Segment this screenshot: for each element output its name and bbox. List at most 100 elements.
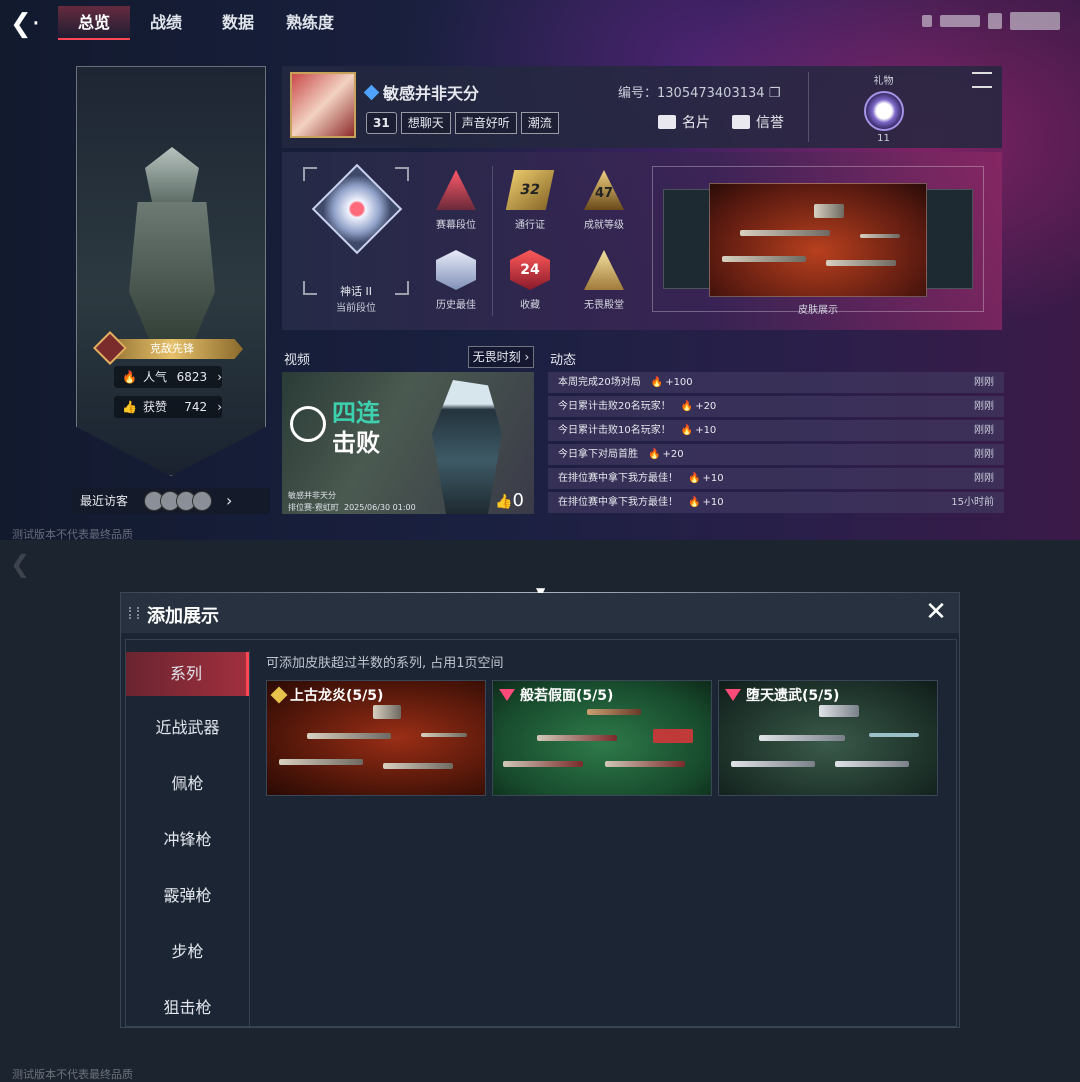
close-icon[interactable]: ✕ — [923, 599, 949, 625]
tab-data[interactable]: 数据 — [202, 6, 274, 40]
video-likes-count: 0 — [512, 490, 524, 511]
player-id: 编号：1305473403134 ❐ — [618, 82, 780, 101]
feed-time: 刚刚 — [974, 401, 994, 412]
feed-time: 刚刚 — [974, 377, 994, 388]
gift-label: 礼物 — [873, 76, 894, 87]
category-melee[interactable]: 近战武器 — [126, 706, 249, 762]
weapon-knife — [653, 729, 693, 743]
valor-moments-button[interactable]: 无畏时刻 › — [468, 346, 534, 368]
reputation-button[interactable]: 信誉 — [732, 112, 784, 132]
feed-points: +20 — [695, 401, 717, 412]
likes-label: 获赞 — [142, 400, 167, 414]
video-likes[interactable]: 👍0 — [495, 490, 524, 511]
back-arrow-icon[interactable]: ❮· — [10, 8, 46, 40]
collection[interactable]: 24 收藏 — [500, 250, 560, 311]
mythic-rank-icon — [311, 163, 403, 255]
player-id-value: 1305473403134 — [657, 86, 765, 101]
test-build-watermark: 测试版本不代表最终品质 — [12, 528, 133, 540]
category-series[interactable]: 系列 — [126, 652, 249, 696]
series-card-ancient-dragon[interactable]: 上古龙炎(5/5) — [266, 680, 486, 796]
valor-moments-label: 无畏时刻 — [472, 350, 521, 364]
weapon-smg — [835, 761, 909, 767]
historical-best[interactable]: 历史最佳 — [426, 250, 486, 311]
video-thumbnail[interactable]: 四连 击败 敏感并非天分 排位赛-霓虹町 2025/06/30 01:00 👍0 — [282, 372, 534, 514]
skin-preview-left — [663, 189, 711, 289]
player-avatar[interactable] — [290, 72, 356, 138]
player-tags: 31 想聊天 声音好听 潮流 — [366, 112, 559, 134]
player-id-label: 编号： — [618, 86, 658, 101]
achievement-label: 成就等级 — [584, 220, 624, 231]
avatar — [192, 491, 213, 511]
drag-handle-icon[interactable] — [129, 607, 139, 619]
chevron-right-icon: › — [226, 491, 233, 510]
weapon-smg — [383, 763, 453, 769]
weapon-rifle — [307, 733, 391, 739]
tab-match-history[interactable]: 战绩 — [130, 6, 202, 40]
rank-panel: 神话 II 当前段位 赛幕段位 历史最佳 32 通行证 47 成就等级 24 收… — [282, 152, 1002, 330]
current-rank[interactable]: 神话 II 当前段位 — [302, 163, 410, 314]
fire-icon: 🔥 — [648, 449, 661, 460]
collection-icon: 24 — [510, 250, 550, 290]
weapon-knife — [860, 234, 900, 238]
weapon-knife — [421, 733, 467, 737]
id-card-icon — [658, 115, 676, 129]
category-sniper[interactable]: 狙击枪 — [126, 986, 249, 1026]
series-name-row: 般若假面(5/5) — [499, 685, 613, 705]
player-name: 敏感并非天分 — [383, 84, 480, 103]
display-settings-icon[interactable] — [972, 72, 992, 88]
name-card-button[interactable]: 名片 — [658, 112, 710, 132]
weapon-pistol — [819, 705, 859, 717]
recent-visitors-bar[interactable]: 最近访客 › — [72, 488, 270, 514]
valor-hall[interactable]: 无畏殿堂 — [574, 250, 634, 311]
skin-preview-main — [709, 183, 927, 297]
video-author: 敏感并非天分 — [288, 491, 336, 500]
series-name-row: 堕天遗武(5/5) — [725, 685, 839, 705]
tab-proficiency[interactable]: 熟练度 — [274, 6, 346, 40]
series-card-prajna-mask[interactable]: 般若假面(5/5) — [492, 680, 712, 796]
feed-points: +20 — [662, 449, 684, 460]
video-headline: 四连 击败 — [332, 398, 380, 458]
series-card-fallen-relic[interactable]: 堕天遗武(5/5) — [718, 680, 938, 796]
current-rank-label: 当前段位 — [336, 303, 376, 314]
fire-icon: 🔥 — [688, 497, 701, 508]
fire-icon: 🔥 — [680, 401, 694, 412]
feed-text: 在排位赛中拿下我方最佳！ — [558, 473, 678, 484]
shield-icon — [732, 115, 750, 129]
historical-best-icon — [436, 250, 476, 290]
profile-buttons: 名片 信誉 — [658, 112, 784, 132]
popularity-pill[interactable]: 🔥 人气 6823 › — [114, 366, 222, 388]
category-sidebar: 系列 近战武器 佩枪 冲锋枪 霰弹枪 步枪 狙击枪 — [126, 650, 250, 1026]
category-rifle[interactable]: 步枪 — [126, 930, 249, 986]
series-name: 般若假面(5/5) — [520, 688, 614, 704]
category-sidearm[interactable]: 佩枪 — [126, 762, 249, 818]
video-headline-bottom: 击败 — [332, 429, 380, 457]
level-badge: 31 — [366, 112, 397, 134]
profile-screen: ❮· 总览 战绩 数据 熟练度 克敌先锋 🔥 人气 6823 › 👍 获赞 74… — [0, 0, 1080, 540]
weapon-smg — [826, 260, 896, 266]
likes-pill[interactable]: 👍 获赞 742 › — [114, 396, 222, 418]
feed-row: 今日累计击败20名玩家！ 🔥 +20 刚刚 — [548, 396, 1004, 417]
feed-row: 本周完成20场对局 🔥 +100 刚刚 — [548, 372, 1004, 393]
category-shotgun[interactable]: 霰弹枪 — [126, 874, 249, 930]
blurred-status — [1010, 12, 1060, 30]
gift-orb-icon — [863, 91, 904, 131]
feed-text: 今日拿下对局首胜 — [558, 449, 638, 460]
skin-showcase[interactable]: 皮肤展示 — [652, 166, 984, 316]
fire-icon: 🔥 — [688, 473, 701, 484]
weapon-rifle — [740, 230, 830, 236]
tab-overview[interactable]: 总览 — [58, 6, 130, 40]
season-rank[interactable]: 赛幕段位 — [426, 170, 486, 231]
weapon-rifle — [731, 761, 815, 767]
feed-text: 今日累计击败20名玩家！ — [558, 401, 671, 412]
achievement-level[interactable]: 47 成就等级 — [574, 170, 634, 231]
feed-time: 刚刚 — [974, 425, 994, 436]
top-tab-bar: 总览 战绩 数据 熟练度 — [58, 6, 346, 40]
copy-icon[interactable]: ❐ — [769, 86, 781, 101]
category-smg[interactable]: 冲锋枪 — [126, 818, 249, 874]
video-date: 2025/06/30 01:00 — [343, 503, 416, 512]
battlepass[interactable]: 32 通行证 — [500, 170, 560, 231]
weapon-smg — [605, 761, 685, 767]
gift-area[interactable]: 礼物 11 — [808, 72, 958, 144]
popularity-value: 6823 — [176, 370, 208, 384]
gift-count: 11 — [877, 133, 890, 144]
